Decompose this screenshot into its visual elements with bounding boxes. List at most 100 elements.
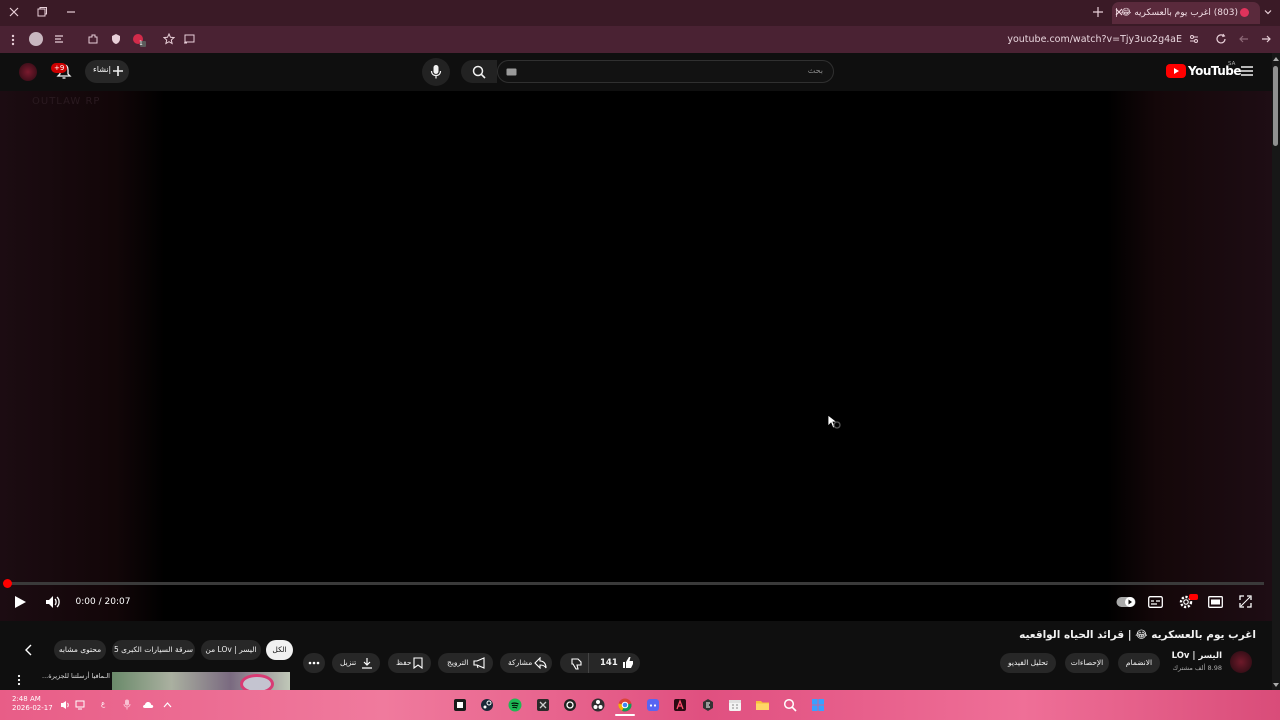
keyboard-icon[interactable]: [506, 68, 517, 76]
taskbar-search-icon[interactable]: [783, 698, 797, 712]
hamburger-menu-icon[interactable]: [1240, 64, 1254, 78]
windows-start-icon[interactable]: [811, 698, 825, 712]
spotify-icon[interactable]: [508, 698, 522, 712]
taskbar-app-1-icon[interactable]: [453, 698, 467, 712]
analyze-video-button[interactable]: تحليل الفيديو: [1000, 653, 1056, 673]
video-watermark: OUTLAW RP: [32, 96, 101, 107]
voice-search-button[interactable]: [422, 58, 450, 86]
more-vertical-icon[interactable]: [16, 674, 22, 686]
chip-gta5[interactable]: سرقة السيارات الكبرى 5: [112, 640, 195, 660]
hd-badge: [1189, 594, 1198, 600]
scroll-down-arrow-icon[interactable]: [1272, 682, 1280, 688]
play-icon[interactable]: [13, 595, 27, 609]
bookmark-star-icon[interactable]: [163, 33, 175, 45]
new-tab-icon[interactable]: [1092, 6, 1104, 18]
obs-icon[interactable]: [591, 698, 605, 712]
theater-mode-icon[interactable]: [1208, 596, 1223, 608]
join-button[interactable]: الانضمام: [1118, 653, 1160, 673]
microphone-tray-icon[interactable]: [123, 699, 131, 710]
file-explorer-icon[interactable]: [755, 698, 770, 712]
channel-avatar[interactable]: [1230, 651, 1252, 673]
address-bar[interactable]: youtube.com/watch?v=Tjy3uo2g4aE: [960, 33, 1182, 47]
minimize-window-icon[interactable]: [65, 6, 77, 18]
fullscreen-icon[interactable]: [1239, 595, 1252, 608]
adobe-icon[interactable]: [673, 698, 687, 712]
discord-icon[interactable]: [646, 698, 660, 712]
tab-favicon-icon: [1240, 8, 1249, 17]
promote-button[interactable]: الترويج: [438, 653, 493, 673]
cast-icon[interactable]: [183, 33, 195, 45]
speaker-icon[interactable]: [60, 700, 70, 710]
close-window-icon[interactable]: [8, 6, 20, 18]
more-actions-button[interactable]: [303, 653, 325, 673]
extensions-icon[interactable]: [87, 33, 99, 45]
subtitles-icon[interactable]: [1148, 596, 1163, 608]
epic-games-icon[interactable]: [701, 698, 715, 712]
search-button[interactable]: [461, 60, 497, 83]
user-avatar[interactable]: [19, 63, 37, 81]
active-app-indicator: [615, 714, 635, 716]
youtube-play-logo-icon: [1166, 64, 1186, 78]
chip-all-label: الكل: [272, 645, 287, 654]
browser-menu-icon[interactable]: [10, 33, 16, 47]
chip-similar[interactable]: محتوى مشابه: [54, 640, 106, 660]
channel-name[interactable]: LOv | اليسر: [1160, 651, 1222, 661]
chrome-icon[interactable]: [618, 698, 632, 712]
bookmark-icon: [413, 657, 423, 669]
chip-from-channel-label: من LOv | اليسر: [205, 645, 257, 654]
browser-tab[interactable]: (803) اغرب يوم بالعسكريه 😂 | ق...: [1112, 2, 1260, 24]
chip-from-channel[interactable]: من LOv | اليسر: [201, 640, 261, 660]
chip-all[interactable]: الكل: [266, 640, 293, 660]
autoplay-toggle-icon[interactable]: [1116, 596, 1136, 608]
like-divider: [588, 653, 589, 673]
stats-button[interactable]: الإحصاءات: [1065, 653, 1109, 673]
tray-overflow-chevron-icon[interactable]: [163, 701, 172, 708]
reload-icon[interactable]: [1215, 33, 1227, 45]
display-icon[interactable]: [75, 700, 85, 710]
create-button[interactable]: إنشاء: [85, 60, 129, 83]
site-settings-icon[interactable]: [1188, 33, 1200, 45]
dislike-icon[interactable]: [570, 657, 583, 670]
download-button[interactable]: تنزيل: [332, 653, 380, 673]
shield-extension-icon[interactable]: [110, 33, 122, 45]
cloud-icon[interactable]: [142, 701, 154, 709]
scrubber-handle[interactable]: [3, 579, 12, 588]
tab-close-icon[interactable]: [1114, 7, 1124, 17]
tab-groups-icon[interactable]: [53, 33, 65, 45]
page-scrollbar[interactable]: [1272, 53, 1280, 690]
video-player[interactable]: [0, 91, 1272, 621]
scroll-up-arrow-icon[interactable]: [1272, 56, 1280, 62]
back-icon[interactable]: [1260, 33, 1272, 45]
extension-badge: 1: [139, 40, 143, 47]
chevron-left-icon[interactable]: [24, 644, 34, 656]
input-language[interactable]: ع: [101, 700, 105, 708]
join-label: الانضمام: [1125, 658, 1153, 667]
scrollbar-thumb[interactable]: [1273, 66, 1278, 146]
youtube-logo[interactable]: YouTube SA: [1166, 61, 1242, 78]
related-video-title[interactable]: الـمافيا أرسلتنا للجزيرة...: [34, 672, 110, 680]
volume-icon[interactable]: [45, 595, 61, 609]
video-left-band: [0, 91, 165, 621]
tab-search-icon[interactable]: [1262, 6, 1274, 18]
xbox-icon[interactable]: [536, 698, 550, 712]
clock-date: 2026-02-17: [12, 704, 53, 712]
steam-icon[interactable]: [480, 698, 494, 712]
clock[interactable]: 2:48 AM 2026-02-17: [12, 695, 53, 713]
share-arrow-icon: [534, 657, 547, 669]
video-right-band: [1107, 91, 1272, 621]
windows-taskbar: [0, 690, 1280, 720]
time-current: 0:00: [75, 597, 96, 607]
save-button[interactable]: حفظ: [388, 653, 431, 673]
progress-bar[interactable]: [6, 582, 1264, 585]
profile-avatar[interactable]: [29, 32, 43, 46]
forward-icon[interactable]: [1238, 33, 1250, 45]
notifications-badge: +9: [51, 63, 68, 73]
capture-tool-icon[interactable]: [563, 698, 577, 712]
download-label: تنزيل: [340, 658, 357, 667]
restore-window-icon[interactable]: [36, 6, 48, 18]
share-button[interactable]: مشاركة: [500, 653, 552, 673]
search-input[interactable]: بحث: [497, 60, 834, 83]
like-thumb-icon[interactable]: [621, 656, 634, 669]
calendar-app-icon[interactable]: [728, 698, 742, 712]
time-separator: /: [95, 597, 105, 607]
